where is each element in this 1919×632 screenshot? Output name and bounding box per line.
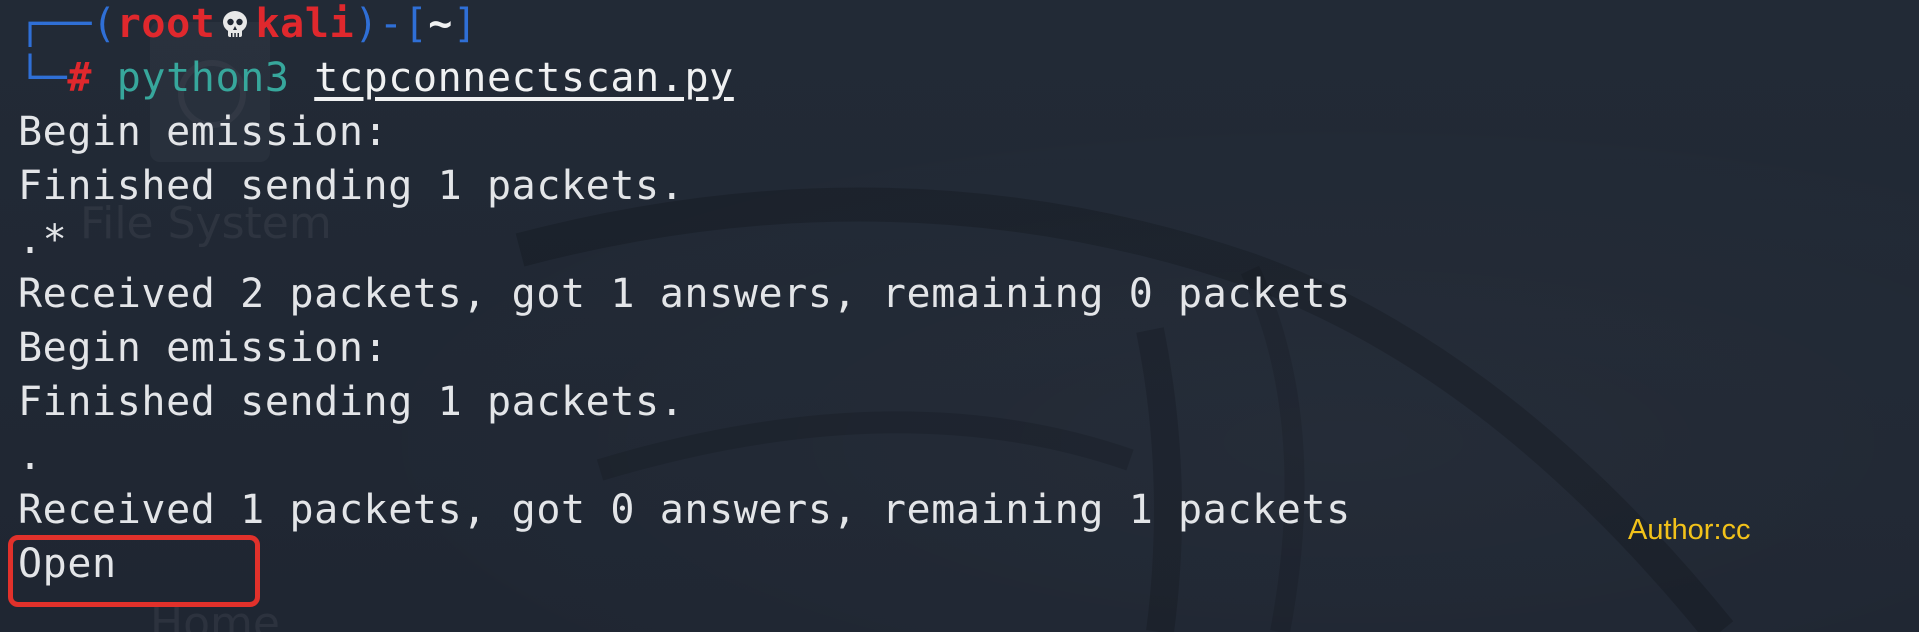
output-line: . <box>18 433 43 479</box>
prompt-header: ┌──(root kali)-[~] <box>18 1 478 47</box>
prompt-hash: # <box>67 55 93 101</box>
output-line: Received 2 packets, got 1 answers, remai… <box>18 271 1351 317</box>
output-line: Received 1 packets, got 0 answers, remai… <box>18 487 1351 533</box>
command-name: python3 <box>116 55 290 101</box>
prompt-cwd: ~ <box>428 1 453 47</box>
author-watermark: Author:cc <box>1628 514 1751 546</box>
command-line: └─# python3 tcpconnectscan.py <box>18 55 734 101</box>
prompt-user: root <box>116 1 216 47</box>
skull-icon <box>223 11 248 37</box>
output-line: Begin emission: <box>18 325 389 371</box>
output-line: Finished sending 1 packets. <box>18 379 685 425</box>
output-line: Finished sending 1 packets. <box>18 163 685 209</box>
terminal-window[interactable]: File System Home ┌──(root kali)-[~] └─# p… <box>0 0 1919 632</box>
command-argument: tcpconnectscan.py <box>314 55 734 101</box>
output-line: .* <box>18 217 68 263</box>
prompt-host: kali <box>255 1 355 47</box>
result-highlight-box <box>8 535 260 607</box>
output-line: Begin emission: <box>18 109 389 155</box>
